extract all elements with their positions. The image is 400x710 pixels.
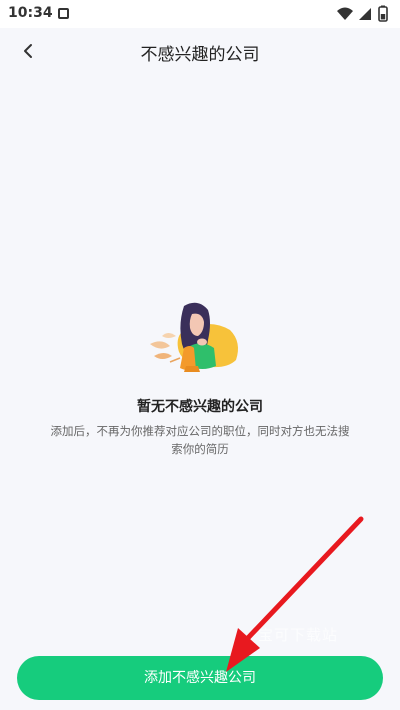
wifi-icon [337, 7, 353, 20]
add-company-button[interactable]: 添加不感兴趣公司 [17, 656, 383, 700]
watermark-text: 宝可下载站 [258, 626, 339, 644]
navigation-bar: 不感兴趣的公司 [0, 28, 400, 74]
empty-state-description: 添加后，不再为你推荐对应公司的职位，同时对方也无法搜索你的简历 [50, 424, 350, 456]
notification-icon [58, 8, 69, 19]
page-title: 不感兴趣的公司 [140, 45, 260, 65]
status-icons [337, 5, 388, 22]
woman-thinking-illustration [150, 302, 238, 372]
status-bar: 10:34 [0, 0, 400, 28]
status-time: 10:34 [8, 5, 53, 21]
battery-icon [378, 5, 388, 22]
signal-icon [359, 8, 371, 20]
empty-state-title: 暂无不感兴趣的公司 [137, 399, 263, 415]
